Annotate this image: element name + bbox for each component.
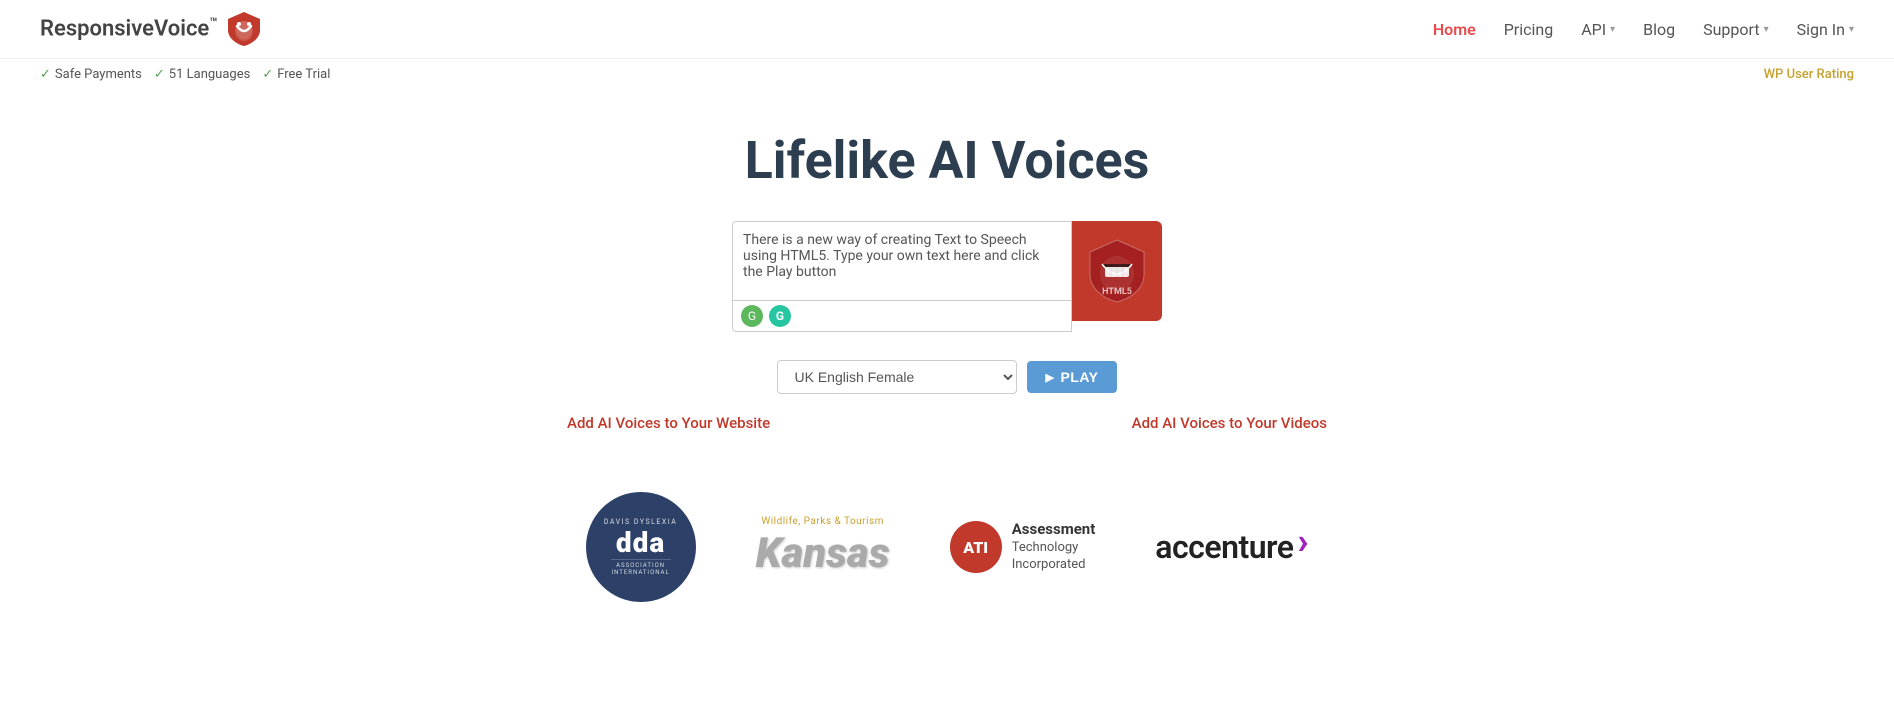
dda-bottom-text: ASSOCIATION INTERNATIONAL	[596, 562, 686, 576]
nav-pricing[interactable]: Pricing	[1504, 20, 1554, 39]
demo-textarea[interactable]: There is a new way of creating Text to S…	[732, 221, 1072, 301]
ati-text-block: Assessment Technology Incorporated	[1012, 520, 1096, 573]
ati-line2: Technology	[1012, 540, 1096, 557]
signin-chevron-icon: ▾	[1849, 24, 1854, 35]
check-safe-payments: ✓ Safe Payments	[40, 67, 142, 82]
logo-text: ResponsiveVoice™	[40, 16, 217, 41]
logo-tm: ™	[209, 16, 217, 31]
dda-main-text: dda	[616, 526, 665, 559]
logos-section: DAVIS DYSLEXIA dda ASSOCIATION INTERNATI…	[0, 452, 1894, 622]
accenture-text: accenture	[1155, 528, 1293, 566]
nav-blog[interactable]: Blog	[1643, 20, 1675, 39]
hero-title: Lifelike AI Voices	[745, 130, 1150, 191]
check-languages: ✓ 51 Languages	[154, 67, 250, 82]
check-icon-1: ✓	[40, 67, 51, 82]
ati-logo: ATI Assessment Technology Incorporated	[950, 520, 1096, 573]
nav-home[interactable]: Home	[1433, 20, 1476, 39]
grammar-icon[interactable]: G	[741, 305, 763, 327]
badge-shield-icon: HTML5	[1082, 236, 1152, 306]
nav-signin[interactable]: Sign In ▾	[1797, 20, 1854, 39]
ati-line1: Assessment	[1012, 520, 1096, 540]
nav-api[interactable]: API ▾	[1581, 20, 1615, 39]
header: ResponsiveVoice™ Home Pricing API ▾ Blog…	[0, 0, 1894, 59]
play-button[interactable]: ▶ PLAY	[1027, 361, 1116, 393]
accenture-accent-icon: ›	[1297, 523, 1308, 559]
check-free-trial: ✓ Free Trial	[262, 67, 330, 82]
support-chevron-icon: ▾	[1764, 24, 1769, 35]
svg-text:HTML5: HTML5	[1102, 287, 1132, 297]
kansas-subtitle: Wildlife, Parks & Tourism	[761, 516, 884, 527]
demo-container: There is a new way of creating Text to S…	[732, 221, 1162, 332]
grammarly-icon[interactable]: G	[769, 305, 791, 327]
play-label: PLAY	[1060, 369, 1098, 385]
wp-user-rating[interactable]: WP User Rating	[1764, 67, 1854, 82]
textarea-wrapper: There is a new way of creating Text to S…	[732, 221, 1072, 332]
textarea-toolbar: G G	[732, 301, 1072, 332]
accenture-logo: accenture ›	[1155, 528, 1308, 566]
dda-logo: DAVIS DYSLEXIA dda ASSOCIATION INTERNATI…	[586, 492, 696, 602]
api-chevron-icon: ▾	[1610, 24, 1615, 35]
hero-links: Add AI Voices to Your Website Add AI Voi…	[557, 414, 1337, 432]
check-icon-2: ✓	[154, 67, 165, 82]
nav-support[interactable]: Support ▾	[1703, 20, 1769, 39]
sub-header-left: ✓ Safe Payments ✓ 51 Languages ✓ Free Tr…	[40, 67, 338, 82]
play-icon: ▶	[1045, 371, 1054, 384]
link-add-website[interactable]: Add AI Voices to Your Website	[567, 414, 770, 432]
kansas-main-text: Kansas	[756, 529, 890, 578]
logo-area[interactable]: ResponsiveVoice™	[40, 10, 263, 48]
logo-shield-icon	[225, 10, 263, 48]
ati-line3: Incorporated	[1012, 557, 1096, 574]
dda-divider	[611, 559, 671, 560]
main-nav: Home Pricing API ▾ Blog Support ▾ Sign I…	[1433, 20, 1854, 39]
voice-select[interactable]: UK English Female	[777, 360, 1017, 394]
sub-header: ✓ Safe Payments ✓ 51 Languages ✓ Free Tr…	[0, 59, 1894, 90]
ati-badge: ATI	[950, 521, 1002, 573]
brand-badge: HTML5	[1072, 221, 1162, 321]
check-icon-3: ✓	[262, 67, 273, 82]
dda-top-text: DAVIS DYSLEXIA	[604, 518, 677, 526]
link-add-videos[interactable]: Add AI Voices to Your Videos	[1132, 414, 1327, 432]
hero-section: Lifelike AI Voices There is a new way of…	[0, 90, 1894, 452]
kansas-logo: Wildlife, Parks & Tourism Kansas	[756, 516, 890, 578]
demo-controls: UK English Female ▶ PLAY	[777, 360, 1116, 394]
ati-badge-text: ATI	[963, 538, 988, 557]
